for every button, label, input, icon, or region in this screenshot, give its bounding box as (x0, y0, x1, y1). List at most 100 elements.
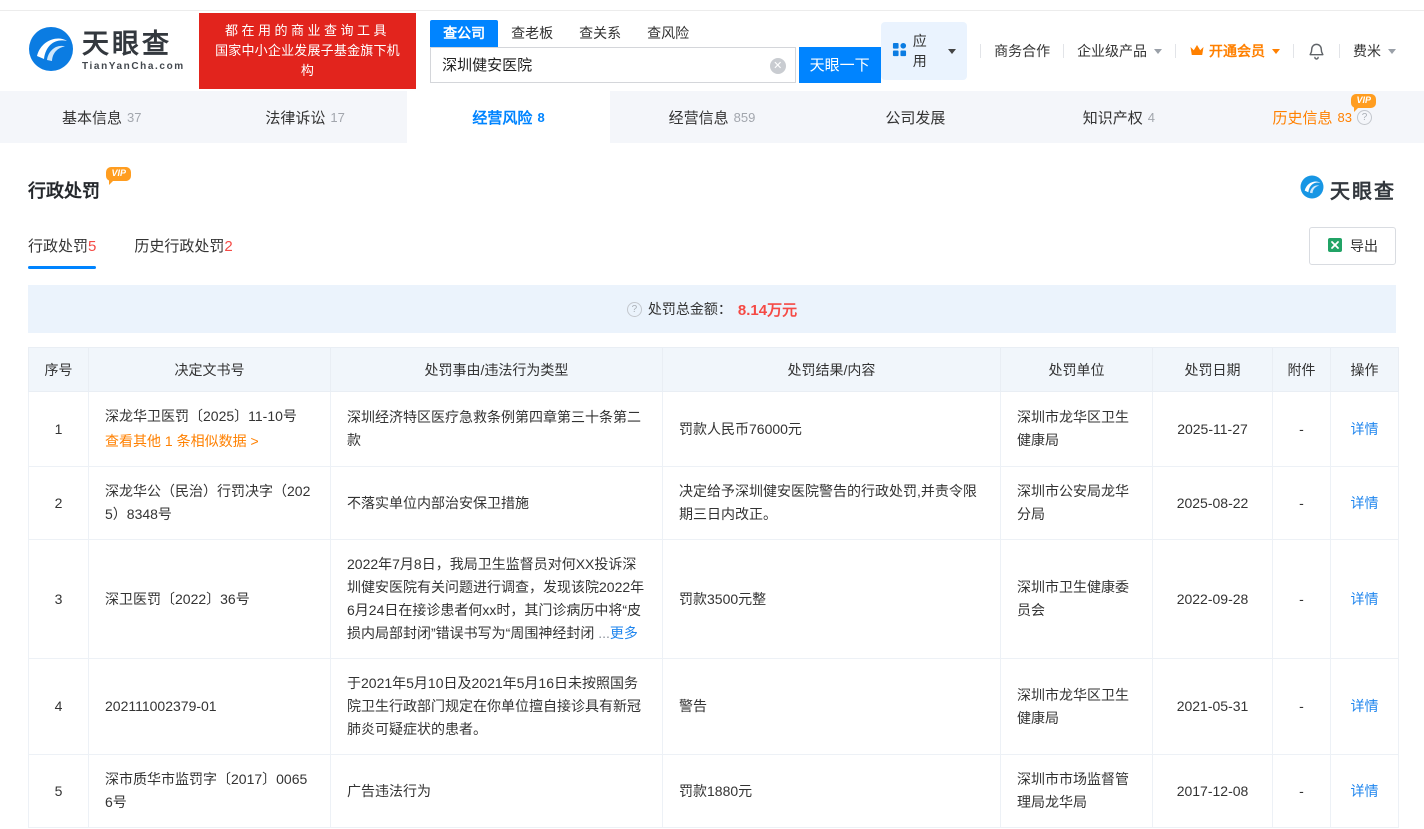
penalty-total-amount: 8.14万元 (737, 301, 798, 319)
clear-input-icon[interactable]: ✕ (769, 57, 786, 74)
reason-cell: 广告违法行为 (330, 754, 663, 828)
detail-link[interactable]: 详情 (1351, 591, 1379, 607)
vip-badge: VIP (1351, 94, 1376, 112)
open-vip-button[interactable]: 开通会员 (1189, 41, 1281, 61)
unit-cell: 深圳市市场监督管理局龙华局 (1000, 754, 1153, 828)
column-header-action: 操作 (1330, 347, 1399, 392)
search-button[interactable]: 天眼一下 (798, 46, 881, 83)
apps-menu[interactable]: 应用 (880, 22, 968, 80)
nav-business-cooperation[interactable]: 商务合作 (994, 41, 1050, 61)
seq-cell: 2 (28, 466, 89, 540)
search-tabs: 查公司 查老板 查关系 查风险 (430, 19, 881, 47)
action-cell: 详情 (1330, 754, 1399, 828)
tianyancha-logo-icon (1300, 175, 1324, 204)
search-tab-查老板[interactable]: 查老板 (498, 20, 566, 47)
export-button[interactable]: 导出 (1309, 227, 1396, 265)
result-cell: 罚款1880元 (662, 754, 1001, 828)
doc-no: 深龙华卫医罚〔2025〕11-10号 (105, 408, 297, 424)
user-menu[interactable]: 费米 (1353, 41, 1396, 61)
attachment-cell: - (1272, 539, 1331, 659)
tianyancha-watermark: 天眼查 (1300, 175, 1396, 204)
tab-label: 公司发展 (885, 109, 946, 127)
similar-data-link[interactable]: 查看其他 1 条相似数据 > (105, 430, 314, 453)
doc-no: 深卫医罚〔2022〕36号 (105, 590, 250, 607)
attachment-cell: - (1272, 391, 1331, 467)
column-header-seq: 序号 (28, 347, 89, 392)
date-cell: 2021-05-31 (1152, 658, 1273, 755)
table-row: 3 深卫医罚〔2022〕36号 2022年7月8日，我局卫生监督员对何XX投诉深圳健… (28, 539, 1399, 659)
table-header-row: 序号 决定文书号 处罚事由/违法行为类型 处罚结果/内容 处罚单位 处罚日期 附… (28, 347, 1399, 392)
tab-label: 经营风险 (472, 109, 533, 127)
table-row: 1 深龙华卫医罚〔2025〕11-10号 查看其他 1 条相似数据 > 深圳经济特区医… (28, 391, 1399, 467)
table-row: 4 202111002379-01 于2021年5月10日及2021年5月16日未按… (28, 658, 1399, 755)
subtab-历史行政处罚[interactable]: 历史行政处罚2 (134, 235, 232, 269)
ellipsis: ... (594, 625, 610, 641)
tab-基本信息[interactable]: 基本信息 37 (0, 91, 203, 143)
search-input[interactable] (431, 47, 795, 82)
logo[interactable]: 天眼查 TianYanCha.com (28, 26, 185, 77)
open-vip-label: 开通会员 (1209, 43, 1266, 59)
tab-label: 基本信息 (61, 109, 122, 127)
apps-label: 应用 (912, 33, 927, 69)
tianyancha-logo-icon (28, 26, 74, 77)
tab-label: 经营信息 (668, 109, 729, 127)
date-cell: 2025-08-22 (1152, 466, 1273, 540)
tab-count: 4 (1147, 109, 1155, 125)
subtab-count: 5 (88, 238, 97, 255)
table-row: 2 深龙华公（民治）行罚决字（2025）8348号 不落实单位内部治安保卫措施 决定给… (28, 466, 1399, 540)
reason-text: 不落实单位内部治安保卫措施 (347, 494, 529, 511)
action-cell: 详情 (1330, 391, 1399, 467)
search-tab-查关系[interactable]: 查关系 (566, 20, 634, 47)
result-cell: 罚款3500元整 (662, 539, 1001, 659)
tab-label: 历史信息 (1272, 109, 1333, 127)
tab-法律诉讼[interactable]: 法律诉讼 17 (203, 91, 406, 143)
reason-text: 于2021年5月10日及2021年5月16日未按照国务院卫生行政部门规定在你单位… (347, 675, 641, 737)
action-cell: 详情 (1330, 658, 1399, 755)
apps-grid-icon (892, 42, 907, 60)
doc-no: 202111002379-01 (105, 698, 217, 714)
top-header: 天眼查 TianYanCha.com 都在用的商业查询工具 国家中小企业发展子基… (0, 11, 1424, 91)
detail-link[interactable]: 详情 (1351, 495, 1379, 511)
username: 费米 (1352, 43, 1381, 59)
nav-enterprise-products[interactable]: 企业级产品 (1077, 41, 1163, 61)
penalty-subtabs: 行政处罚5 历史行政处罚2 (28, 235, 271, 269)
penalty-total-banner: ? 处罚总金额： 8.14万元 (28, 285, 1396, 333)
divider (1339, 44, 1340, 58)
crown-icon (1189, 43, 1205, 60)
detail-link[interactable]: 详情 (1351, 698, 1379, 714)
top-border (0, 0, 1424, 11)
notification-bell-icon[interactable] (1307, 42, 1326, 61)
tab-经营信息[interactable]: 经营信息 859 (610, 91, 813, 143)
tab-历史信息[interactable]: VIP 历史信息 83? (1221, 91, 1424, 143)
tab-经营风险[interactable]: 经营风险 8 (406, 91, 611, 143)
tab-公司发展[interactable]: 公司发展 (814, 91, 1017, 143)
search-tab-查公司[interactable]: 查公司 (430, 19, 499, 47)
detail-link[interactable]: 详情 (1351, 421, 1379, 437)
column-header-unit: 处罚单位 (1000, 347, 1153, 392)
column-header-result: 处罚结果/内容 (662, 347, 1001, 392)
detail-link[interactable]: 详情 (1351, 783, 1379, 799)
attachment-cell: - (1272, 466, 1331, 540)
subtab-行政处罚[interactable]: 行政处罚5 (28, 235, 97, 269)
divider (1063, 44, 1065, 58)
chevron-down-icon (1154, 48, 1163, 54)
date-cell: 2025-11-27 (1152, 391, 1273, 467)
more-link[interactable]: 更多 (610, 625, 638, 641)
tab-知识产权[interactable]: 知识产权 4 (1017, 91, 1220, 143)
help-icon[interactable]: ? (626, 301, 642, 317)
tab-label: 知识产权 (1082, 109, 1143, 127)
header-nav: 应用 商务合作 企业级产品 开通会员 费米 (880, 22, 1396, 80)
search-tab-查风险[interactable]: 查风险 (634, 20, 702, 47)
column-header-attachment: 附件 (1272, 347, 1331, 392)
tab-count: 17 (330, 109, 345, 125)
date-cell: 2022-09-28 (1152, 539, 1273, 659)
reason-cell: 2022年7月8日，我局卫生监督员对何XX投诉深圳健安医院有关问题进行调查，发现… (330, 539, 663, 659)
column-header-reason: 处罚事由/违法行为类型 (330, 347, 663, 392)
slogan-badge: 都在用的商业查询工具 国家中小企业发展子基金旗下机构 (198, 13, 417, 89)
slogan-line2: 国家中小企业发展子基金旗下机构 (215, 43, 400, 78)
doc-no: 深市质华市监罚字〔2017〕00656号 (105, 771, 308, 810)
attachment-cell: - (1272, 658, 1331, 755)
subtab-label: 历史行政处罚 (134, 238, 225, 255)
excel-icon (1327, 237, 1343, 256)
penalty-table-body: 1 深龙华卫医罚〔2025〕11-10号 查看其他 1 条相似数据 > 深圳经济特区医… (28, 391, 1399, 828)
